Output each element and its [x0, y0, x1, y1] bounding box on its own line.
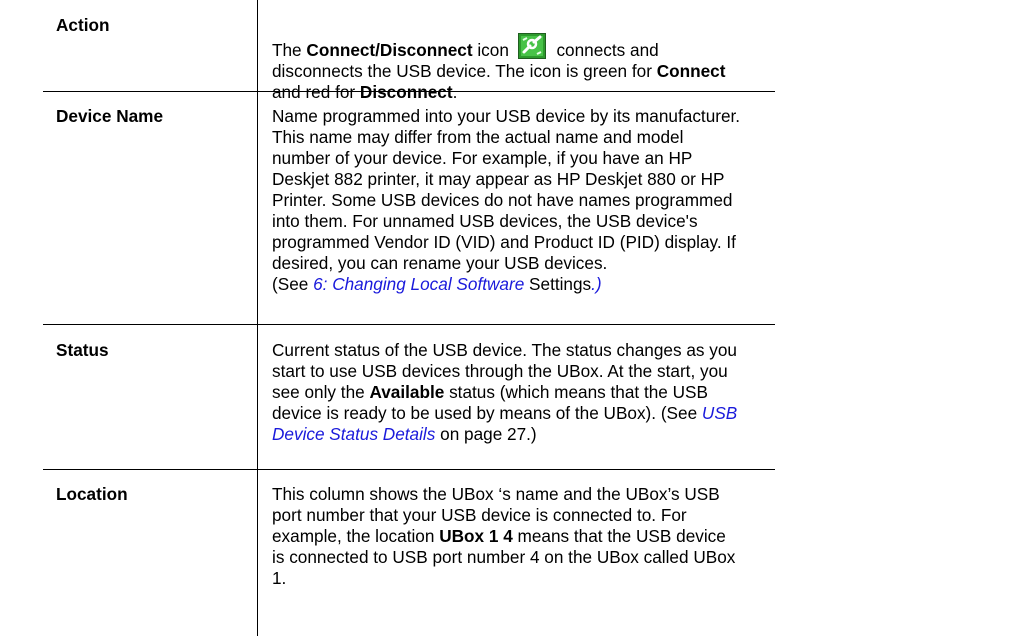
text: Settings [524, 274, 592, 294]
bold-term: Connect/Disconnect [306, 40, 473, 60]
desc-text: Name programmed into your USB device by … [272, 106, 741, 273]
row-label-device-name: Device Name [56, 106, 164, 126]
bold-term: Available [369, 382, 445, 402]
column-divider [257, 0, 258, 636]
row-desc-action: The Connect/Disconnect icon connects and… [272, 33, 742, 103]
text: on page 27.) [435, 424, 537, 444]
row-divider-3 [43, 469, 775, 470]
text: icon [472, 40, 514, 60]
text: The [272, 40, 307, 60]
row-label-status: Status [56, 340, 109, 360]
text: (See [272, 274, 314, 294]
text: and red for [272, 82, 360, 102]
row-desc-device-name: Name programmed into your USB device by … [272, 106, 742, 295]
row-desc-status: Current status of the USB device. The st… [272, 340, 742, 445]
row-label-location: Location [56, 484, 128, 504]
text: . [452, 82, 458, 102]
bold-term: Disconnect [359, 82, 453, 102]
row-desc-location: This column shows the UBox ‘s name and t… [272, 484, 742, 589]
bold-term: UBox 1 4 [439, 526, 513, 546]
cross-reference-link[interactable]: 6: Changing Local Software [313, 274, 524, 294]
connect-disconnect-icon [517, 33, 546, 59]
bold-term: Connect [656, 61, 726, 81]
text: .) [591, 274, 602, 294]
row-label-action: Action [56, 15, 110, 35]
row-divider-2 [43, 324, 775, 325]
